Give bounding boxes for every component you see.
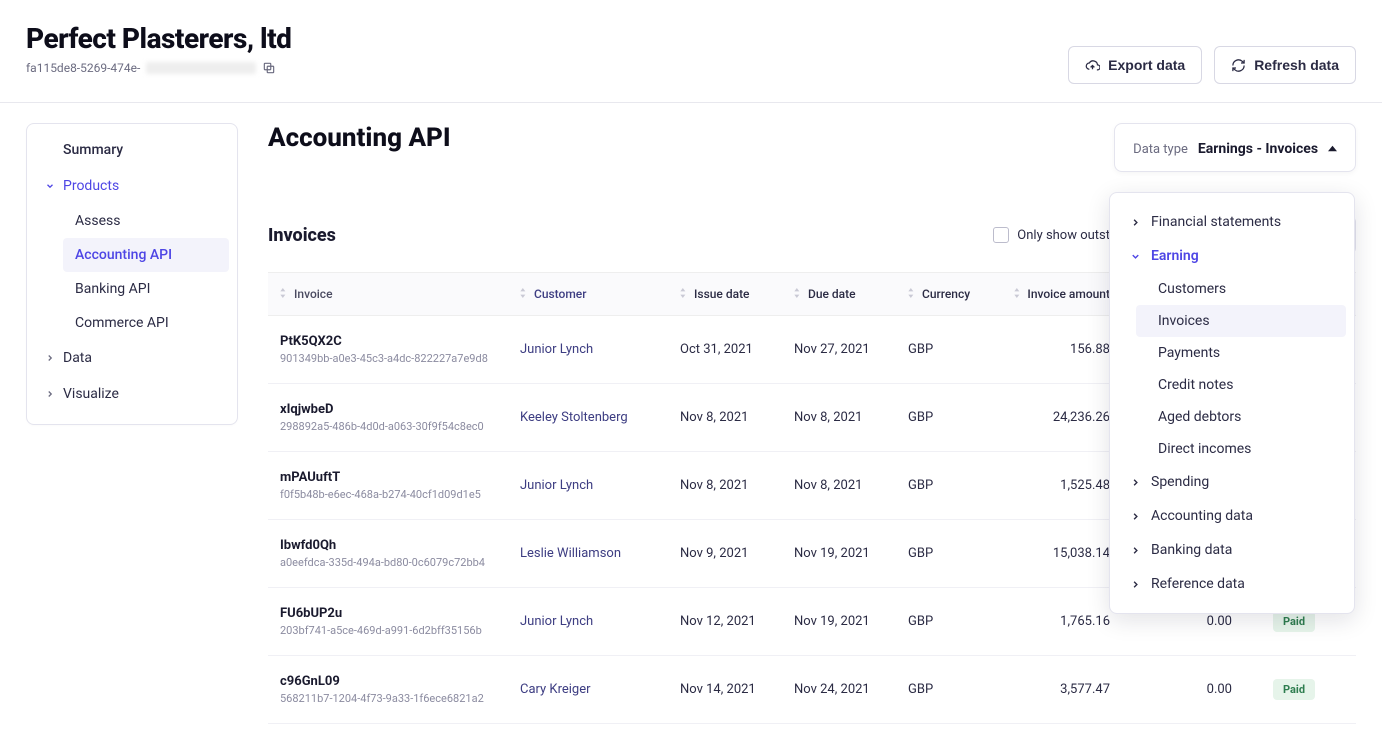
page-title: Accounting API [268,123,451,153]
dropdown-item-invoices[interactable]: Invoices [1136,305,1346,337]
section-title: Invoices [268,225,336,246]
invoice-code: FU6bUP2u [280,606,520,621]
dropdown-item-customers[interactable]: Customers [1136,273,1346,305]
status-badge: Paid [1273,611,1315,632]
refresh-data-button[interactable]: Refresh data [1214,46,1356,84]
issue-date: Nov 12, 2021 [680,614,794,629]
chevron-down-icon [1130,251,1141,262]
invoice-id: 901349bb-a0e3-45c3-a4dc-822227a7e9d8 [280,352,520,365]
customer-link[interactable]: Leslie Williamson [520,546,680,561]
invoice-code: c96GnL09 [280,674,520,689]
sidebar-item-data[interactable]: Data [27,340,237,376]
issue-date: Nov 9, 2021 [680,546,794,561]
data-type-selector[interactable]: Data type Earnings - Invoices Financial … [1114,123,1356,172]
company-name: Perfect Plasterers, ltd [26,22,291,55]
amount-due: 0.00 [1128,614,1258,629]
page-header: Perfect Plasterers, ltd fa115de8-5269-47… [0,0,1382,103]
invoice-amount: 3,577.47 [1008,682,1128,697]
column-header[interactable]: Currency [908,287,1008,301]
dropdown-group-financial-statements[interactable]: Financial statements [1118,205,1346,239]
customer-link[interactable]: Cary Kreiger [520,682,680,697]
chevron-right-icon [45,389,55,399]
refresh-icon [1231,58,1246,73]
chevron-down-icon [45,181,55,191]
currency: GBP [908,682,1008,697]
chevron-right-icon [1130,545,1141,556]
copy-icon[interactable] [262,61,276,75]
amount-due: 0.00 [1128,682,1258,697]
currency: GBP [908,546,1008,561]
invoice-id: 203bf741-a5ce-469d-a991-6d2bff35156b [280,624,520,637]
due-date: Nov 24, 2021 [794,682,908,697]
invoice-code: xIqjwbeD [280,402,520,417]
issue-date: Nov 8, 2021 [680,410,794,425]
dropdown-group-earning[interactable]: Earning [1118,239,1346,273]
due-date: Nov 27, 2021 [794,342,908,357]
dropdown-group-banking-data[interactable]: Banking data [1118,533,1346,567]
sidebar-item-banking-api[interactable]: Banking API [63,272,229,306]
dropdown-group-spending[interactable]: Spending [1118,465,1346,499]
export-data-button[interactable]: Export data [1068,46,1202,84]
data-type-dropdown: Financial statementsEarningCustomersInvo… [1109,192,1355,614]
invoice-code: Ibwfd0Qh [280,538,520,553]
status-badge: Paid [1273,679,1315,700]
chevron-right-icon [1130,217,1141,228]
sidebar-item-assess[interactable]: Assess [63,204,229,238]
company-id: fa115de8-5269-474e- [26,61,291,75]
due-date: Nov 8, 2021 [794,410,908,425]
invoice-code: mPAUuftT [280,470,520,485]
issue-date: Oct 31, 2021 [680,342,794,357]
sidebar-item-commerce-api[interactable]: Commerce API [63,306,229,340]
column-header[interactable]: Issue date [680,287,794,301]
invoice-id: 568211b7-1204-4f73-9a33-1f6ece6821a2 [280,692,520,705]
customer-link[interactable]: Junior Lynch [520,478,680,493]
column-header[interactable]: Invoice [280,287,520,301]
column-header[interactable]: Customer [520,287,680,301]
due-date: Nov 19, 2021 [794,614,908,629]
invoice-amount: 1,765.16 [1008,614,1128,629]
invoice-id: f0f5b48b-e6ec-468a-b274-40cf1d09d1e5 [280,488,520,501]
dropdown-item-credit-notes[interactable]: Credit notes [1136,369,1346,401]
chevron-right-icon [1130,477,1141,488]
currency: GBP [908,342,1008,357]
invoice-id: 298892a5-486b-4d0d-a063-30f9f54c8ec0 [280,420,520,433]
due-date: Nov 19, 2021 [794,546,908,561]
column-header[interactable]: Due date [794,287,908,301]
sidebar: Summary Products AssessAccounting APIBan… [26,123,238,425]
issue-date: Nov 8, 2021 [680,478,794,493]
cloud-upload-icon [1085,58,1100,73]
sidebar-item-products[interactable]: Products [27,168,237,204]
dropdown-item-payments[interactable]: Payments [1136,337,1346,369]
chevron-right-icon [1130,511,1141,522]
dropdown-item-aged-debtors[interactable]: Aged debtors [1136,401,1346,433]
due-date: Nov 8, 2021 [794,478,908,493]
invoice-code: PtK5QX2C [280,334,520,349]
invoice-id: a0eefdca-335d-494a-bd80-0c6079c72bb4 [280,556,520,569]
dropdown-group-reference-data[interactable]: Reference data [1118,567,1346,601]
customer-link[interactable]: Keeley Stoltenberg [520,410,680,425]
sidebar-item-visualize[interactable]: Visualize [27,376,237,412]
dropdown-group-accounting-data[interactable]: Accounting data [1118,499,1346,533]
currency: GBP [908,478,1008,493]
customer-link[interactable]: Junior Lynch [520,614,680,629]
chevron-right-icon [45,353,55,363]
currency: GBP [908,614,1008,629]
triangle-up-icon [1328,138,1337,157]
chevron-right-icon [1130,579,1141,590]
currency: GBP [908,410,1008,425]
sidebar-item-summary[interactable]: Summary [27,142,237,168]
table-row[interactable]: c96GnL09 568211b7-1204-4f73-9a33-1f6ece68… [268,656,1356,724]
issue-date: Nov 14, 2021 [680,682,794,697]
sidebar-item-accounting-api[interactable]: Accounting API [63,238,229,272]
checkbox-icon[interactable] [993,227,1009,243]
dropdown-item-direct-incomes[interactable]: Direct incomes [1136,433,1346,465]
redacted-id-tail [146,62,256,74]
customer-link[interactable]: Junior Lynch [520,342,680,357]
